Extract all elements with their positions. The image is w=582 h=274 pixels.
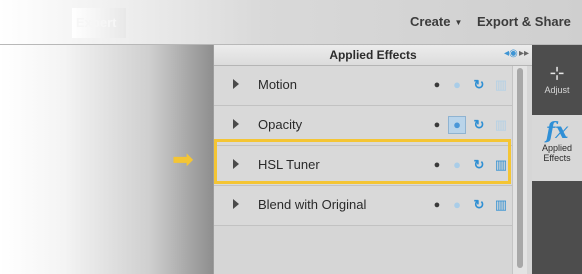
eye-icon[interactable]: ●: [429, 116, 445, 134]
panel-title: Applied Effects: [329, 48, 417, 62]
create-menu-label: Create: [410, 14, 451, 29]
side-tool-strip: ⊹ Adjust fx Applied Effects: [532, 45, 582, 274]
effect-name: Blend with Original: [258, 197, 367, 212]
adjust-label: Adjust: [544, 85, 570, 95]
hsl-tuner-highlight-box: [214, 139, 511, 184]
applied-effects-button[interactable]: fx Applied Effects: [532, 115, 582, 181]
panel-settings-icon[interactable]: ◂◉: [504, 48, 518, 59]
sliders-icon: ⊹: [549, 63, 565, 83]
trash-icon[interactable]: ▥: [493, 196, 509, 214]
top-bar: Expert Create ▼ Export & Share: [0, 0, 582, 45]
arrow-right-icon: ➡: [172, 144, 194, 174]
panel-menu-icon[interactable]: ▸▸: [519, 48, 529, 59]
eye-icon[interactable]: ●: [429, 76, 445, 94]
expand-arrow-icon[interactable]: [233, 79, 239, 89]
expand-arrow-icon[interactable]: [233, 119, 239, 129]
mode-tab-expert[interactable]: Expert: [72, 8, 126, 38]
reset-icon[interactable]: ↻: [471, 196, 487, 214]
panel-scrollbar[interactable]: [512, 66, 527, 274]
expand-arrow-icon[interactable]: [233, 199, 239, 209]
scrollbar-thumb[interactable]: [517, 68, 523, 268]
fx-icon: fx: [545, 118, 569, 144]
eye-icon[interactable]: ●: [429, 196, 445, 214]
effect-name: Opacity: [258, 117, 303, 132]
reset-icon[interactable]: ↻: [471, 116, 487, 134]
drop-icon[interactable]: ●: [448, 116, 466, 134]
drop-icon[interactable]: ●: [449, 196, 465, 214]
trash-icon[interactable]: ▥: [493, 76, 509, 94]
adjust-button[interactable]: ⊹ Adjust: [532, 61, 582, 113]
create-menu[interactable]: Create ▼: [410, 10, 462, 34]
effect-row-blend-with-original[interactable]: Blend with Original ● ● ↻ ▥: [214, 186, 514, 226]
applied-label-line1: Applied: [541, 143, 573, 153]
reset-icon[interactable]: ↻: [471, 76, 487, 94]
applied-label-line2: Effects: [543, 153, 571, 163]
panel-header: Applied Effects ◂◉ ▸▸: [214, 45, 532, 66]
trash-icon[interactable]: ▥: [493, 116, 509, 134]
drop-icon[interactable]: ●: [449, 76, 465, 94]
export-share-menu[interactable]: Export & Share: [477, 10, 571, 34]
effect-row-motion[interactable]: Motion ● ● ↻ ▥: [214, 66, 514, 106]
effect-name: Motion: [258, 77, 298, 92]
chevron-down-icon: ▼: [454, 18, 463, 27]
